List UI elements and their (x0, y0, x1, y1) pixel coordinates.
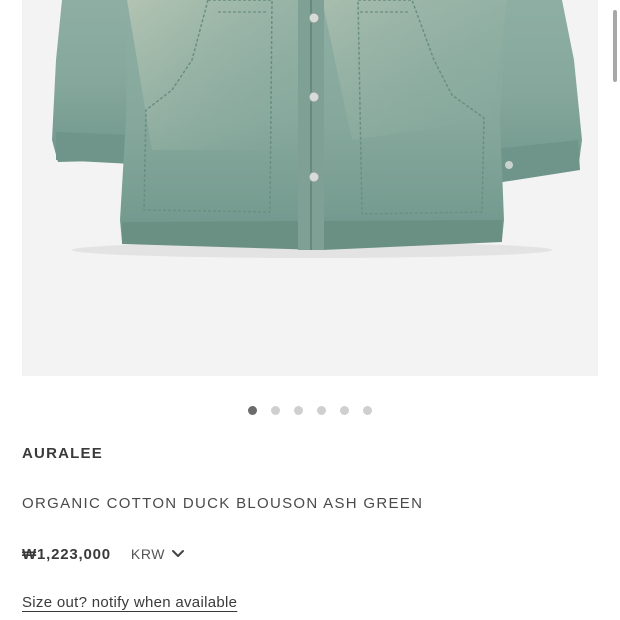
chevron-down-icon (172, 550, 185, 557)
notify-when-available-link[interactable]: Size out? notify when available (22, 594, 237, 611)
brand-name[interactable]: AURALEE (22, 445, 103, 462)
carousel-dot[interactable] (271, 405, 280, 415)
product-image[interactable] (22, 0, 598, 376)
currency-select[interactable]: KRW (131, 546, 185, 562)
product-price: ₩1,223,000 (22, 545, 111, 563)
currency-label: KRW (130, 546, 166, 562)
page-scrollbar[interactable] (613, 10, 617, 82)
product-title: ORGANIC COTTON DUCK BLOUSON ASH GREEN (22, 495, 424, 512)
carousel-dot[interactable] (294, 405, 303, 415)
carousel-dot[interactable] (363, 405, 372, 415)
price-row: ₩1,223,000 KRW (22, 544, 185, 564)
jacket-photo (52, 0, 582, 258)
image-carousel-dots (0, 404, 620, 416)
carousel-dot[interactable] (248, 405, 257, 415)
carousel-dot[interactable] (317, 405, 326, 415)
carousel-dot[interactable] (340, 405, 349, 415)
